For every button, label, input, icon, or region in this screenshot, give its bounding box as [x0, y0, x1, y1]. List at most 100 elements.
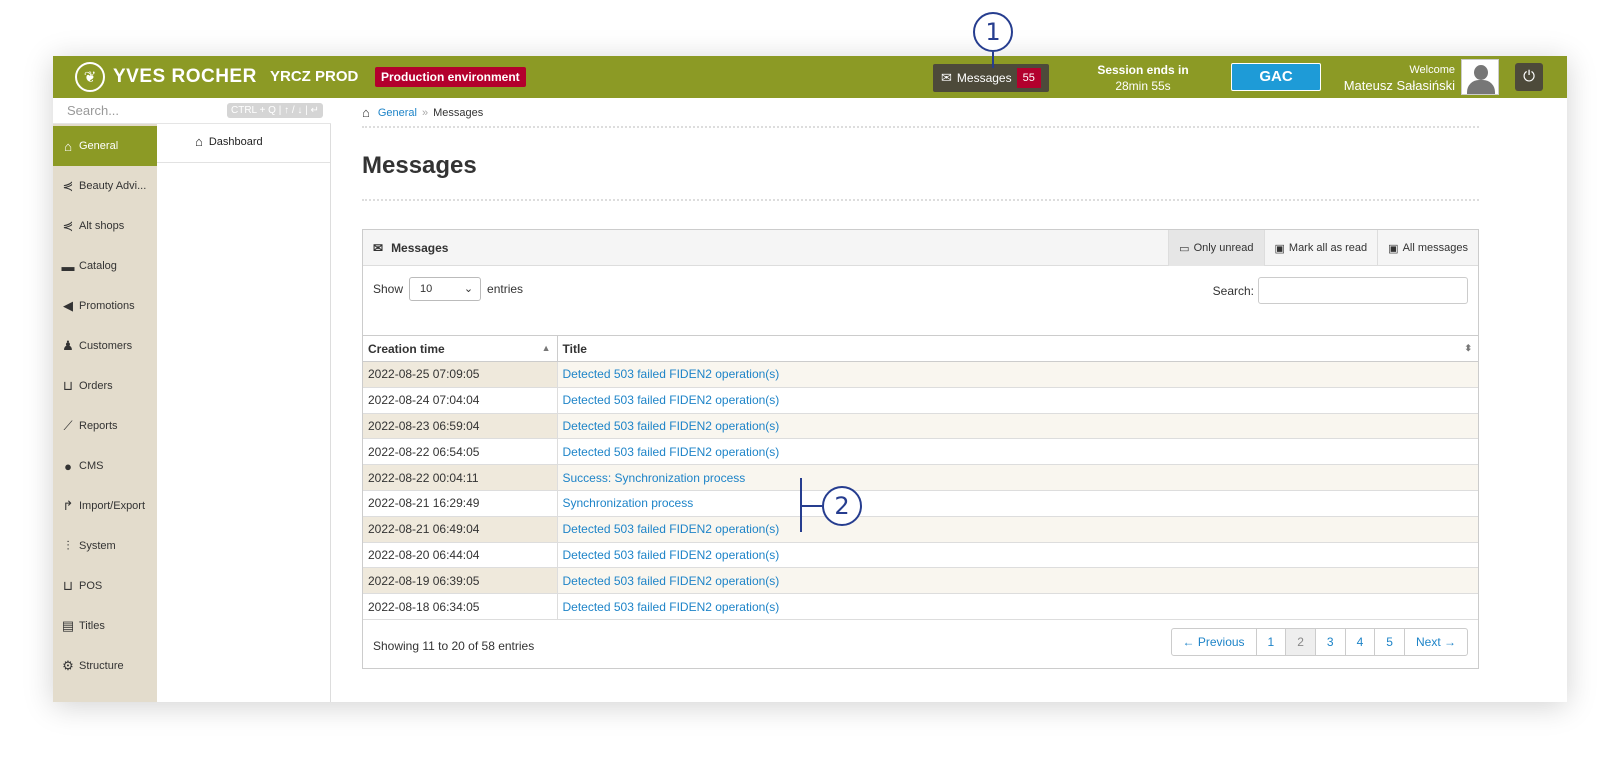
pagination-page-2[interactable]: 2	[1285, 629, 1315, 655]
session-label: Session ends in	[1097, 63, 1189, 77]
entries-select[interactable]: 10 ⌄	[409, 277, 482, 301]
panel-tabs: ▭ Only unread ▣ Mark all as read ▣ All mess…	[1168, 230, 1478, 266]
pagination-previous[interactable]: ← Previous	[1172, 629, 1256, 655]
sidebar-item-reports[interactable]: ⟋ Reports	[53, 406, 157, 446]
tab-only-unread[interactable]: ▭ Only unread	[1168, 230, 1264, 266]
message-link[interactable]: Detected 503 failed FIDEN2 operation(s)	[563, 600, 780, 614]
message-link[interactable]: Detected 503 failed FIDEN2 operation(s)	[563, 367, 780, 381]
envelope-icon: ✉	[373, 241, 384, 255]
sidebar-item-import-export[interactable]: ↱ Import/Export	[53, 486, 157, 526]
message-link[interactable]: Detected 503 failed FIDEN2 operation(s)	[563, 445, 780, 459]
callout-2: 2	[822, 486, 862, 526]
globe-icon: ●	[64, 458, 72, 474]
sidebar-item-label: Customers	[79, 340, 133, 352]
home-icon[interactable]: ⌂	[362, 105, 370, 120]
table-row[interactable]: 2022-08-21 06:49:04 Detected 503 failed F…	[363, 516, 1478, 543]
share-icon: ⋞	[62, 218, 74, 233]
message-link[interactable]: Detected 503 failed FIDEN2 operation(s)	[563, 393, 780, 407]
environment-name: YRCZ PROD	[270, 68, 359, 85]
sidebar-item-alt-shops[interactable]: ⋞ Alt shops	[53, 206, 157, 246]
chevron-down-icon: ⌄	[463, 283, 474, 295]
column-header-creation-time[interactable]: Creation time ▲	[363, 335, 558, 362]
home-icon: ⌂	[64, 138, 72, 154]
sidebar-item-structure[interactable]: ⚙ Structure	[53, 646, 157, 686]
table-header-row: Creation time ▲ Title ⬍	[363, 335, 1478, 362]
messages-button[interactable]: ✉ Messages 55	[933, 64, 1049, 92]
message-link[interactable]: Synchronization process	[563, 496, 694, 510]
table-row[interactable]: 2022-08-23 06:59:04 Detected 503 failed F…	[363, 413, 1478, 440]
environment-badge: Production environment	[375, 67, 526, 87]
avatar[interactable]	[1461, 59, 1499, 95]
message-link[interactable]: Detected 503 failed FIDEN2 operation(s)	[563, 419, 780, 433]
breadcrumb-separator: »	[422, 106, 429, 119]
user-icon	[1474, 65, 1488, 80]
pagination-next[interactable]: Next →	[1403, 629, 1467, 655]
column-header-label: Title	[562, 341, 587, 356]
users-icon: ♟	[62, 338, 74, 353]
table-row[interactable]: 2022-08-24 07:04:04 Detected 503 failed F…	[363, 387, 1478, 414]
power-icon: ⏻	[1523, 68, 1535, 85]
table-row[interactable]: 2022-08-20 06:44:04 Detected 503 failed F…	[363, 542, 1478, 569]
sort-asc-icon: ▲	[541, 343, 551, 353]
pagination-page-5[interactable]: 5	[1374, 629, 1404, 655]
creation-time-cell: 2022-08-25 07:09:05	[363, 361, 558, 388]
sidebar-item-label: Structure	[79, 660, 124, 672]
message-link[interactable]: Success: Synchronization process	[563, 471, 746, 485]
table-row[interactable]: 2022-08-21 16:29:49 Synchronization proce…	[363, 490, 1478, 517]
table-row[interactable]: 2022-08-19 06:39:05 Detected 503 failed F…	[363, 567, 1478, 595]
message-link[interactable]: Detected 503 failed FIDEN2 operation(s)	[563, 522, 780, 536]
message-link[interactable]: Detected 503 failed FIDEN2 operation(s)	[563, 574, 780, 588]
sidebar-search[interactable]: Search... CTRL + Q | ↑ / ↓ | ↵	[53, 98, 331, 124]
title-cell: Detected 503 failed FIDEN2 operation(s)	[557, 593, 1478, 620]
table-row[interactable]: 2022-08-25 07:09:05 Detected 503 failed F…	[363, 361, 1478, 388]
sidebar-item-titles[interactable]: ▤ Titles	[53, 606, 157, 646]
logout-button[interactable]: ⏻	[1515, 63, 1543, 91]
divider	[157, 162, 330, 163]
tab-mark-all-as-read[interactable]: ▣ Mark all as read	[1263, 230, 1378, 266]
messages-count-badge: 55	[1016, 68, 1041, 88]
sidebar-item-label: Beauty Advi...	[79, 180, 147, 192]
sidebar-search-input[interactable]: Search...	[67, 103, 119, 118]
breadcrumb-general-link[interactable]: General	[378, 107, 417, 119]
messages-button-label: Messages	[956, 71, 1012, 85]
inbox-icon: ▭	[1179, 242, 1190, 255]
table-row[interactable]: 2022-08-22 00:04:11 Success: Synchronizat…	[363, 464, 1478, 491]
store-button[interactable]: GAC	[1231, 63, 1321, 91]
search-label: Search:	[1212, 283, 1254, 298]
message-link[interactable]: Detected 503 failed FIDEN2 operation(s)	[563, 548, 780, 562]
sidebar-item-customers[interactable]: ♟ Customers	[53, 326, 157, 366]
sub-item-dashboard[interactable]: ⌂ Dashboard	[195, 134, 263, 149]
pagination-page-1[interactable]: 1	[1255, 629, 1286, 655]
user-name[interactable]: Mateusz Sałasiński	[1344, 78, 1455, 94]
pagination-page-3[interactable]: 3	[1314, 629, 1345, 655]
brand-logo[interactable]: ❦ YVES ROCHER	[75, 62, 257, 92]
sidebar-item-label: Catalog	[79, 260, 117, 272]
title-cell: Detected 503 failed FIDEN2 operation(s)	[557, 516, 1478, 543]
megaphone-icon: ◀	[63, 298, 73, 313]
table-row[interactable]: 2022-08-18 06:34:05 Detected 503 failed F…	[363, 593, 1478, 620]
brand-name: YVES ROCHER	[113, 66, 257, 87]
column-header-title[interactable]: Title ⬍	[557, 335, 1478, 362]
messages-panel: ✉ Messages ▭ Only unread ▣ Mark all as rea…	[362, 229, 1479, 669]
sidebar-item-pos[interactable]: ⊔ POS	[53, 566, 157, 606]
sidebar-item-catalog[interactable]: ▬ Catalog	[53, 246, 157, 286]
tab-all-messages[interactable]: ▣ All messages	[1377, 230, 1478, 266]
title-cell: Detected 503 failed FIDEN2 operation(s)	[557, 413, 1478, 440]
cart-icon: ⊔	[62, 578, 74, 593]
divider	[362, 126, 1479, 128]
sidebar-item-system[interactable]: ⫶ System	[53, 526, 157, 566]
sidebar-item-cms[interactable]: ● CMS	[53, 446, 157, 486]
sidebar-item-beauty-advisors[interactable]: ⋞ Beauty Advi...	[53, 166, 157, 206]
sidebar-item-orders[interactable]: ⊔ Orders	[53, 366, 157, 406]
sidebar-item-general[interactable]: ⌂ General	[53, 126, 157, 166]
search-input[interactable]	[1258, 277, 1468, 304]
title-cell: Synchronization process	[557, 490, 1478, 517]
welcome-label: Welcome	[1409, 64, 1455, 76]
table-row[interactable]: 2022-08-22 06:54:05 Detected 503 failed F…	[363, 438, 1478, 466]
session-timer: Session ends in 28min 55s	[1083, 62, 1203, 94]
creation-time-cell: 2022-08-18 06:34:05	[363, 593, 558, 620]
sidebar-item-label: Promotions	[79, 300, 135, 312]
sidebar-item-promotions[interactable]: ◀ Promotions	[53, 286, 157, 326]
pagination-page-4[interactable]: 4	[1344, 629, 1375, 655]
sidebar-nav: ⌂ General ⋞ Beauty Advi... ⋞ Alt shops ▬ Cat…	[53, 126, 157, 686]
